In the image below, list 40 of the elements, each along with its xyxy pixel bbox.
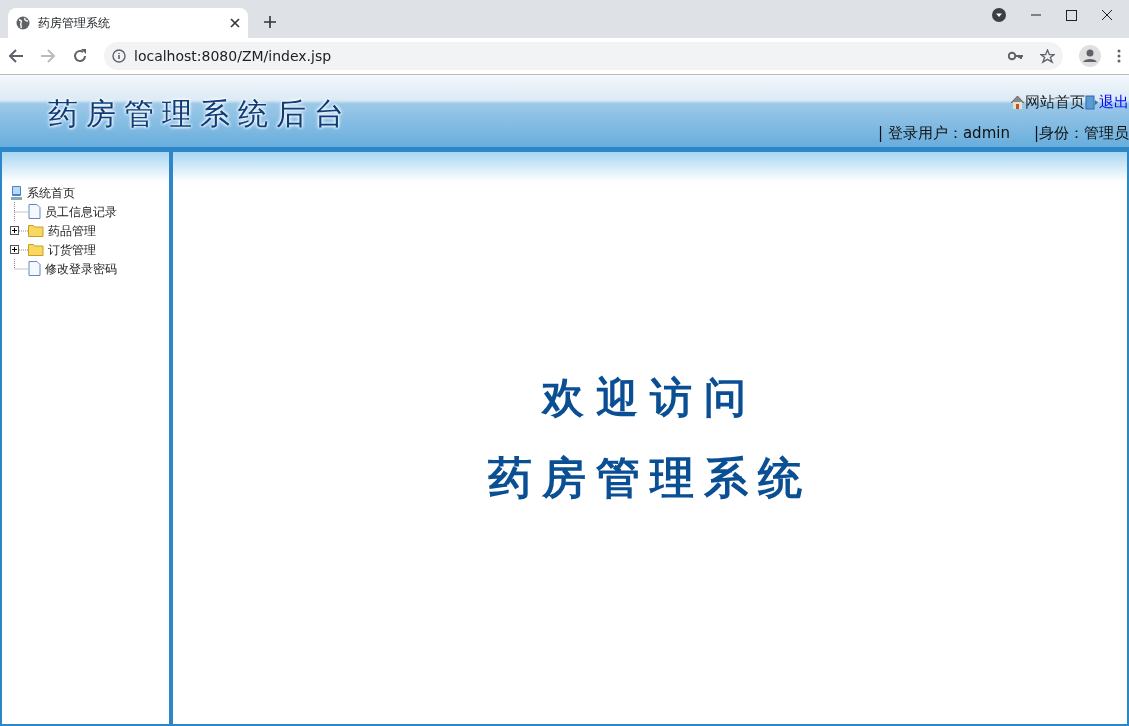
info-icon [112, 49, 126, 63]
folder-icon [28, 224, 44, 237]
system-name-heading: 药房管理系统 [488, 450, 812, 505]
url-text: localhost:8080/ZM/index.jsp [134, 46, 332, 66]
globe-icon [16, 16, 30, 30]
star-icon[interactable] [1040, 48, 1055, 64]
key-icon[interactable] [1008, 51, 1024, 61]
dropdown-icon[interactable] [992, 8, 1006, 22]
tree-item[interactable]: 修改登录密码 [45, 259, 117, 278]
reload-icon[interactable] [72, 48, 88, 64]
logout-link[interactable]: 退出 [1099, 91, 1129, 114]
new-tab-icon[interactable] [264, 16, 276, 28]
expand-icon[interactable] [10, 245, 19, 254]
tree-connector [19, 229, 28, 232]
tree-item[interactable]: 订货管理 [48, 240, 96, 259]
address-bar[interactable]: localhost:8080/ZM/index.jsp [104, 42, 1063, 70]
menu-icon[interactable] [1117, 49, 1121, 63]
document-icon [28, 261, 41, 276]
folder-icon [28, 243, 44, 256]
document-icon [28, 204, 41, 219]
computer-icon [10, 185, 23, 201]
maximize-icon[interactable] [1066, 9, 1077, 21]
login-user-label: | 登录用户：admin [878, 122, 1010, 144]
door-icon [1085, 94, 1099, 110]
tree-item[interactable]: 系统首页 [27, 184, 75, 202]
avatar-icon[interactable] [1079, 45, 1101, 67]
back-icon[interactable] [8, 48, 24, 64]
tree-item[interactable]: 员工信息记录 [45, 202, 117, 221]
tab-title: 药房管理系统 [38, 15, 111, 32]
close-icon[interactable] [1101, 9, 1113, 21]
browser-tab[interactable]: 药房管理系统 [8, 8, 248, 38]
expand-icon[interactable] [10, 226, 19, 235]
home-link[interactable]: 网站首页 [1025, 91, 1085, 114]
role-label: |身份：管理员 [1033, 122, 1129, 144]
tree-connector [19, 248, 28, 251]
system-title: 药房管理系统后台 [48, 96, 352, 131]
close-icon[interactable] [230, 18, 240, 28]
tree-item[interactable]: 药品管理 [48, 221, 96, 240]
house-icon [1010, 94, 1025, 110]
welcome-heading: 欢迎访问 [542, 371, 758, 424]
